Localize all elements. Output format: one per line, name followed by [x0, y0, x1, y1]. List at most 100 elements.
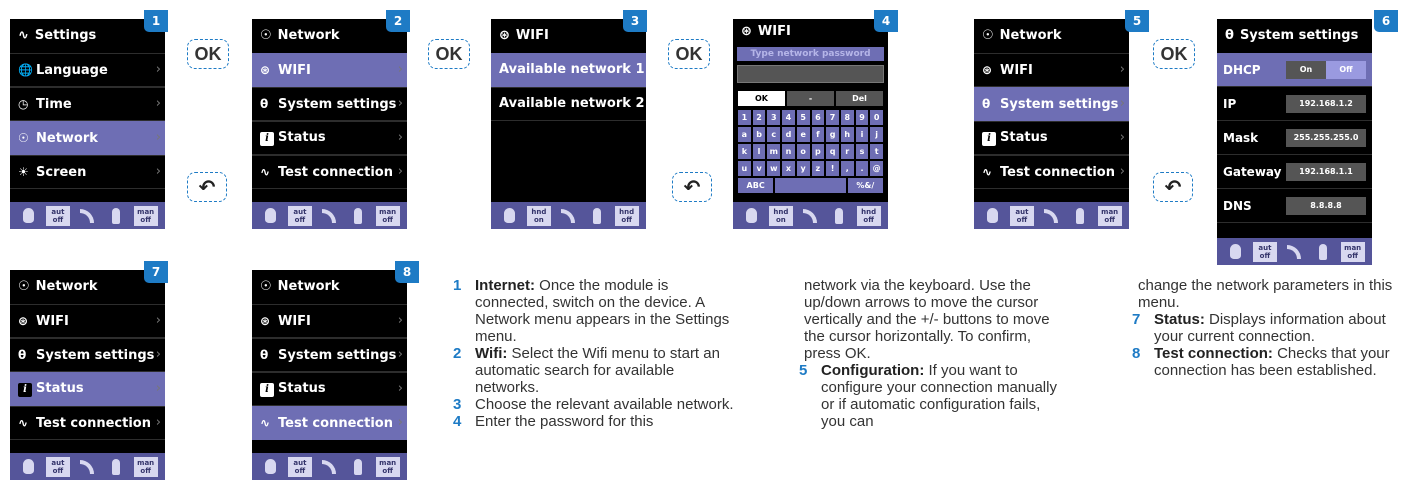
- key-5[interactable]: p: [811, 144, 825, 159]
- dhcp-off[interactable]: Off: [1326, 60, 1366, 79]
- back-button[interactable]: ↶: [187, 172, 227, 202]
- key-1[interactable]: l: [752, 144, 766, 159]
- key-0[interactable]: k: [738, 144, 751, 159]
- menu-item-system-settings[interactable]: θ System settings ›: [10, 338, 165, 372]
- key-3[interactable]: n: [782, 144, 795, 159]
- key-ok[interactable]: OK: [738, 91, 785, 106]
- key-del[interactable]: Del: [836, 91, 883, 106]
- row-label: System settings: [1000, 97, 1119, 112]
- menu-item-wifi[interactable]: ⊛ WIFI ›: [252, 53, 407, 87]
- menu-item-screen[interactable]: ☀ Screen ›: [10, 155, 165, 189]
- key-6[interactable]: q: [826, 144, 839, 159]
- key-7[interactable]: h: [840, 127, 854, 142]
- menu-item-test-connection[interactable]: ∿ Test connection ›: [252, 406, 407, 440]
- key-0[interactable]: u: [738, 161, 751, 176]
- ok-button[interactable]: OK: [668, 39, 710, 69]
- menu-item-system-settings[interactable]: θ System settings ›: [252, 338, 407, 372]
- menu-item-status[interactable]: i Status ›: [10, 372, 165, 406]
- menu-item-status[interactable]: i Status ›: [252, 372, 407, 406]
- menu-item-wifi[interactable]: ⊛ WIFI ›: [974, 53, 1129, 87]
- row-label: System settings: [278, 97, 397, 112]
- key-4[interactable]: y: [796, 161, 810, 176]
- key-9[interactable]: t: [870, 144, 884, 159]
- network-item-1[interactable]: Available network 1: [491, 53, 646, 87]
- ok-button[interactable]: OK: [428, 39, 470, 69]
- status-auto: aut off: [1009, 205, 1034, 226]
- key-5[interactable]: 6: [811, 110, 825, 125]
- key-0[interactable]: a: [738, 127, 751, 142]
- key-0[interactable]: 1: [738, 110, 751, 125]
- key-8[interactable]: i: [855, 127, 869, 142]
- key-1[interactable]: b: [752, 127, 766, 142]
- menu-item-system-settings[interactable]: θ System settings ›: [974, 87, 1129, 121]
- menu-item-status[interactable]: i Status ›: [974, 121, 1129, 155]
- key-6[interactable]: !: [826, 161, 839, 176]
- password-field[interactable]: [737, 65, 884, 83]
- dhcp-toggle[interactable]: On Off: [1286, 60, 1366, 79]
- key-1[interactable]: v: [752, 161, 766, 176]
- menu-item-wifi[interactable]: ⊛ WIFI ›: [10, 304, 165, 338]
- key-symbols[interactable]: %&/: [847, 178, 883, 193]
- ok-button[interactable]: OK: [1153, 39, 1195, 69]
- menu-item-system-settings[interactable]: θ System settings ›: [252, 87, 407, 121]
- key-4[interactable]: 5: [796, 110, 810, 125]
- key-2[interactable]: 3: [767, 110, 781, 125]
- key-9[interactable]: 0: [870, 110, 884, 125]
- key-space[interactable]: [775, 178, 846, 193]
- chevron-right-icon: ›: [1119, 164, 1125, 179]
- menu-item-wifi[interactable]: ⊛ WIFI ›: [252, 304, 407, 338]
- chevron-right-icon: ›: [155, 164, 161, 179]
- menu-item-test-connection[interactable]: ∿ Test connection ›: [10, 406, 165, 440]
- ok-button[interactable]: OK: [187, 39, 229, 69]
- key-3[interactable]: x: [782, 161, 795, 176]
- status-manual: man off: [1340, 241, 1365, 262]
- key-2[interactable]: c: [767, 127, 781, 142]
- key-4[interactable]: o: [796, 144, 810, 159]
- key-8[interactable]: 9: [855, 110, 869, 125]
- ip-value[interactable]: 192.168.1.2: [1286, 94, 1366, 113]
- menu-item-network[interactable]: ☉ Network ›: [10, 121, 165, 155]
- gateway-value[interactable]: 192.168.1.1: [1286, 162, 1366, 181]
- menu-item-time[interactable]: ◷ Time ›: [10, 87, 165, 121]
- key-2[interactable]: w: [767, 161, 781, 176]
- network-item-2[interactable]: Available network 2: [491, 87, 646, 121]
- dns-row[interactable]: DNS 8.8.8.8: [1217, 189, 1372, 223]
- key-8[interactable]: .: [855, 161, 869, 176]
- ip-row[interactable]: IP 192.168.1.2: [1217, 87, 1372, 121]
- menu-item-test-connection[interactable]: ∿ Test connection ›: [252, 155, 407, 189]
- mask-value[interactable]: 255.255.255.0: [1286, 128, 1366, 147]
- status-manual: man off: [133, 456, 158, 477]
- menu-item-status[interactable]: i Status ›: [252, 121, 407, 155]
- key-2[interactable]: m: [767, 144, 781, 159]
- bubble-icon: [259, 457, 281, 477]
- key-7[interactable]: ,: [840, 161, 854, 176]
- chevron-right-icon: ›: [397, 96, 403, 111]
- key-3[interactable]: 4: [782, 110, 795, 125]
- dhcp-on[interactable]: On: [1286, 60, 1326, 79]
- dhcp-row[interactable]: DHCP On Off: [1217, 53, 1372, 87]
- key-7[interactable]: 8: [840, 110, 854, 125]
- key-abc[interactable]: ABC: [738, 178, 774, 193]
- key-8[interactable]: s: [855, 144, 869, 159]
- dns-value[interactable]: 8.8.8.8: [1286, 196, 1366, 215]
- menu-item-test-connection[interactable]: ∿ Test connection ›: [974, 155, 1129, 189]
- mask-row[interactable]: Mask 255.255.255.0: [1217, 121, 1372, 155]
- back-button[interactable]: ↶: [1153, 172, 1193, 202]
- gateway-row[interactable]: Gateway 192.168.1.1: [1217, 155, 1372, 189]
- key-1[interactable]: 2: [752, 110, 766, 125]
- key-4[interactable]: e: [796, 127, 810, 142]
- key-9[interactable]: j: [870, 127, 884, 142]
- key-6[interactable]: g: [826, 127, 839, 142]
- key-minus[interactable]: -: [787, 91, 834, 106]
- bubble-icon: [1224, 242, 1246, 262]
- key-9[interactable]: @: [870, 161, 884, 176]
- key-5[interactable]: f: [811, 127, 825, 142]
- back-button[interactable]: ↶: [672, 172, 712, 202]
- key-5[interactable]: z: [811, 161, 825, 176]
- chevron-right-icon: ›: [155, 130, 161, 145]
- network-icon: ☉: [982, 28, 994, 43]
- menu-item-language[interactable]: 🌐 Language ›: [10, 53, 165, 87]
- key-7[interactable]: r: [840, 144, 854, 159]
- key-3[interactable]: d: [782, 127, 795, 142]
- key-6[interactable]: 7: [826, 110, 839, 125]
